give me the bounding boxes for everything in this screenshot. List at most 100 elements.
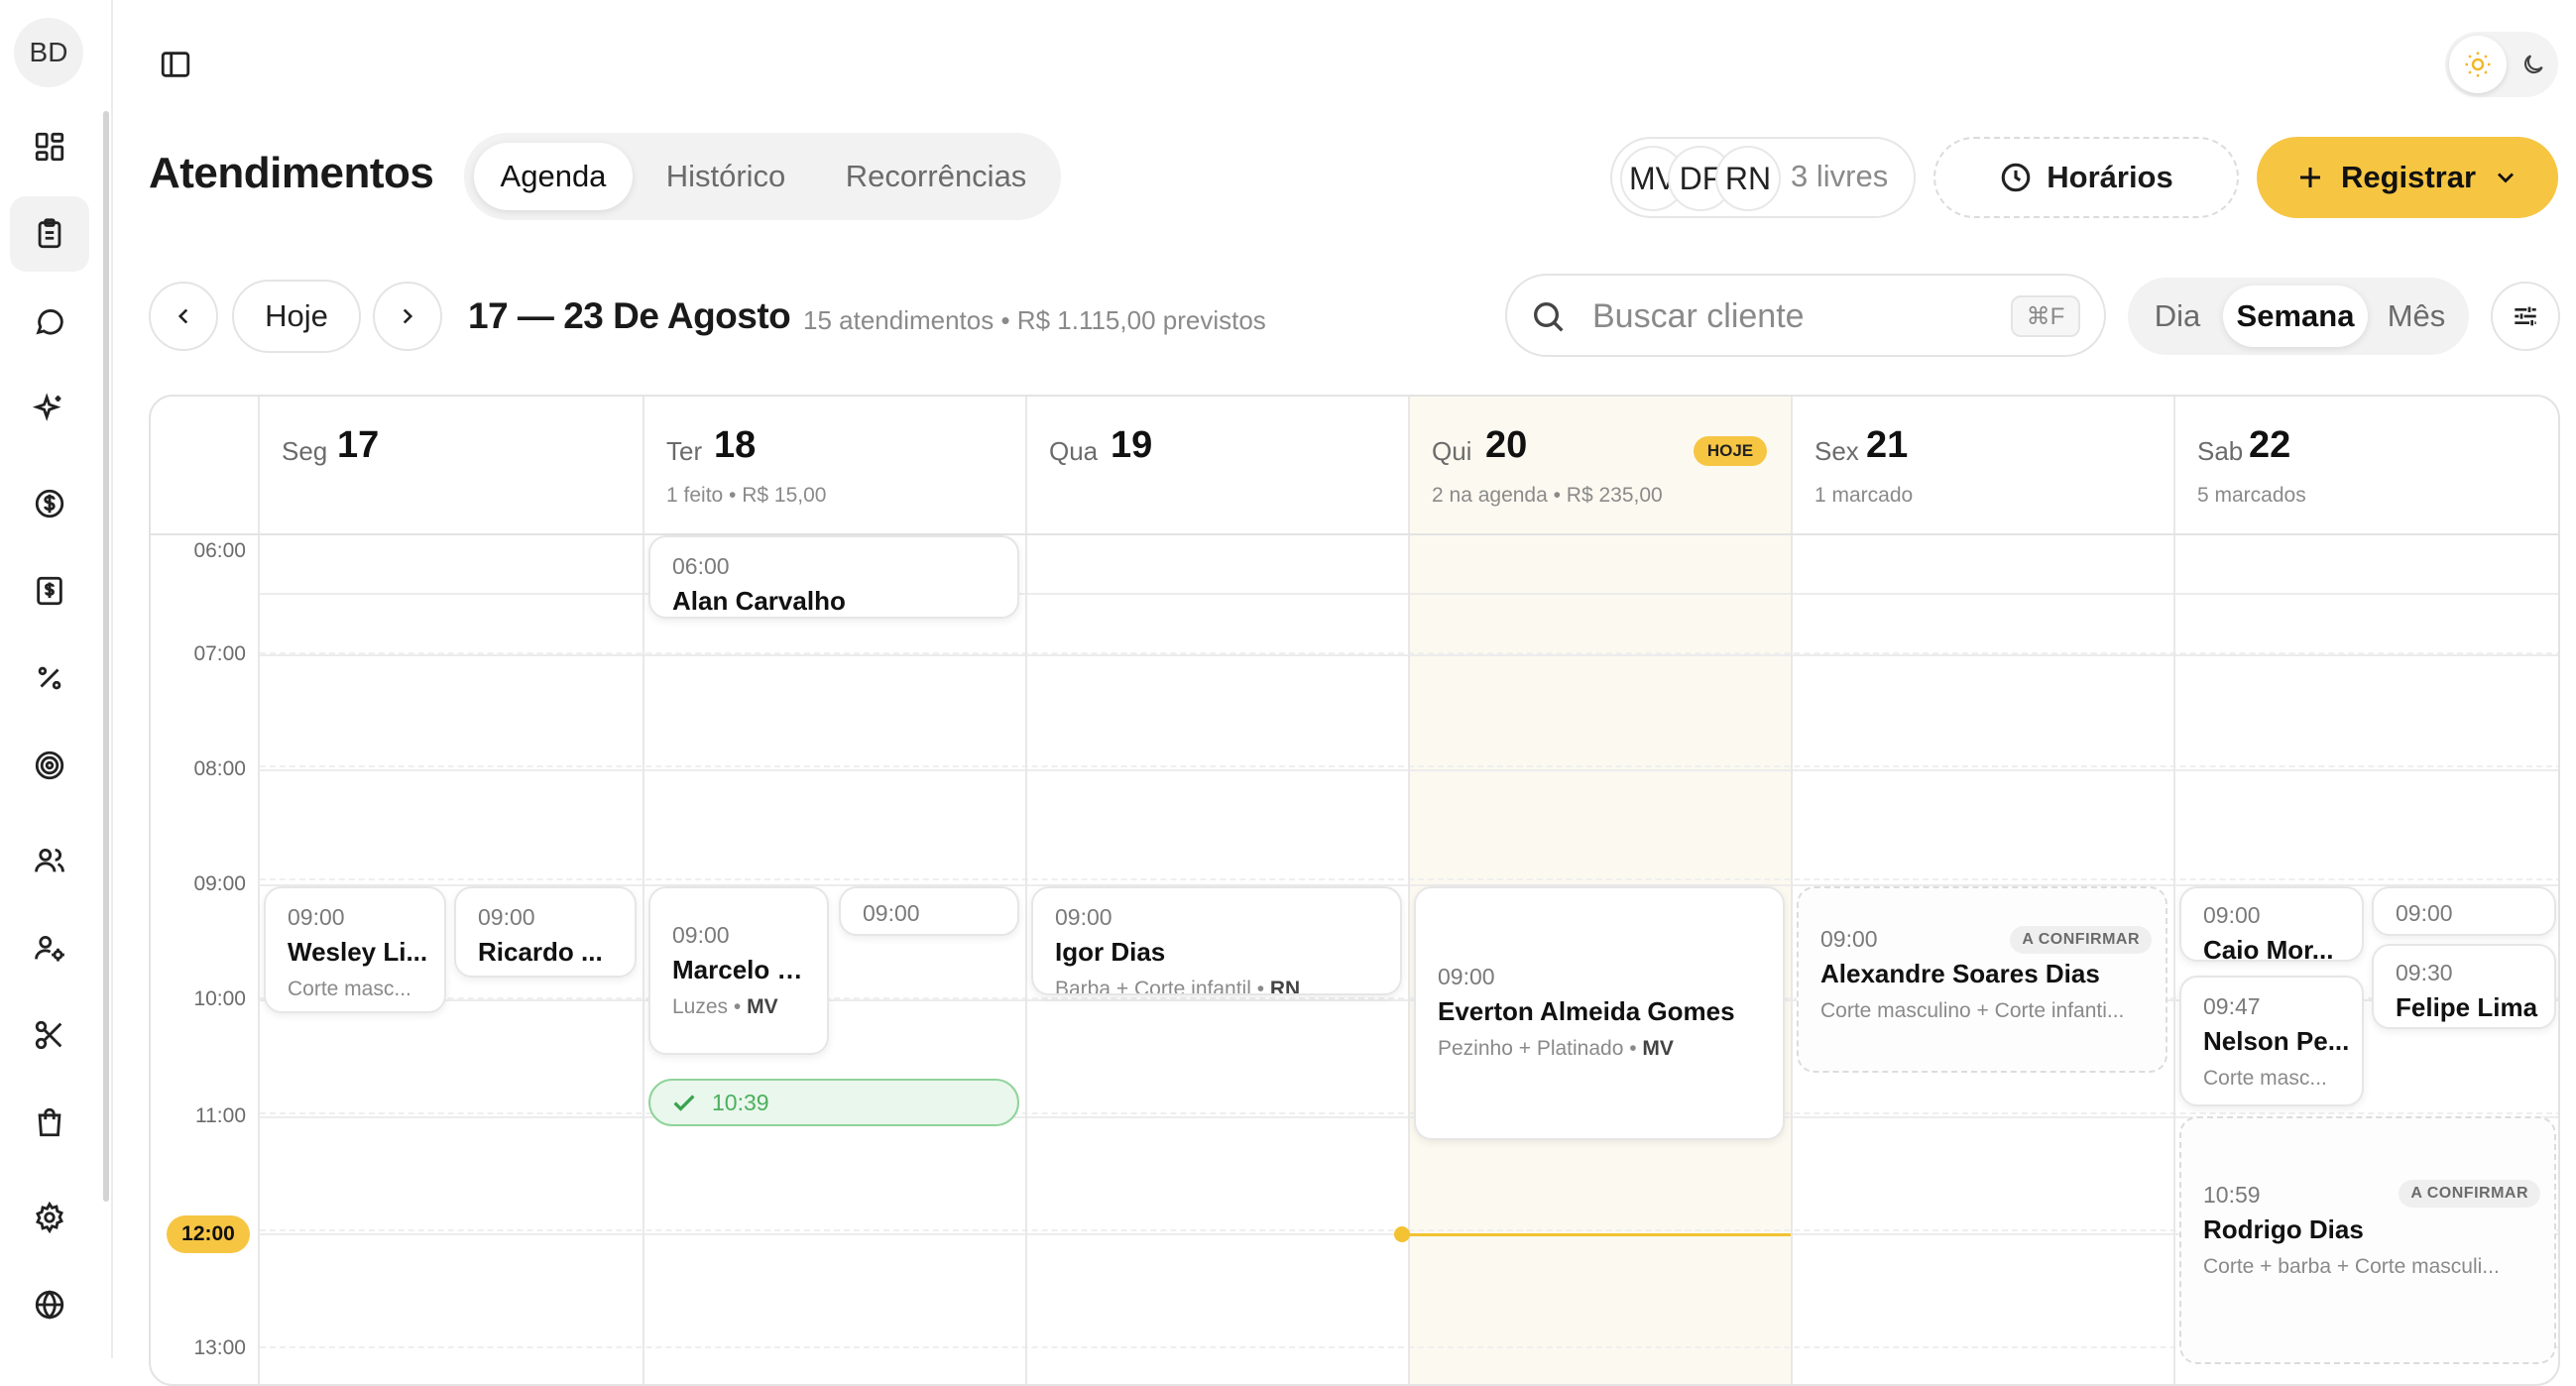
view-week[interactable]: Semana <box>2223 286 2368 347</box>
appointment-card[interactable]: 09:00 Wesley Li... Corte masc... <box>264 886 446 1013</box>
sidebar-item-dashboard[interactable] <box>10 109 89 184</box>
theme-toggle[interactable] <box>2445 32 2558 97</box>
appointment-time: 09:00 <box>1055 904 1112 930</box>
registrar-label: Registrar <box>2340 160 2477 194</box>
day-number: 17 <box>337 424 380 466</box>
sliders-icon <box>2510 300 2541 332</box>
completed-appointment[interactable]: 10:39 <box>648 1079 1019 1126</box>
status-badge: A CONFIRMAR <box>2399 1180 2540 1208</box>
dashboard-icon <box>33 130 66 164</box>
day-header-qua[interactable]: Qua 19 <box>1027 397 1408 533</box>
appointment-card[interactable]: 09:00 Caio Mor... <box>2179 886 2364 962</box>
sidebar-item-products[interactable] <box>10 1085 89 1160</box>
sidebar-item-finance[interactable] <box>10 466 89 541</box>
service-name: Pezinho + Platinado <box>1438 1037 1624 1060</box>
staff-free-count: 3 livres <box>1791 159 1889 193</box>
column-divider <box>1791 397 1793 1384</box>
sidebar-item-ai[interactable] <box>10 371 89 446</box>
appointment-card[interactable]: 06:00 Alan Carvalho <box>648 535 1019 619</box>
appointment-client: Wesley Li... <box>288 937 428 967</box>
sidebar-item-agenda[interactable] <box>10 196 89 272</box>
sidebar-item-settings[interactable] <box>10 1180 89 1255</box>
moon-icon <box>2520 52 2546 77</box>
appointment-client: Rodrigo Dias <box>2203 1214 2364 1244</box>
shopping-bag-icon <box>33 1105 66 1139</box>
current-time-pill: 12:00 <box>167 1215 250 1253</box>
search-input[interactable] <box>1592 293 1989 339</box>
today-badge: HOJE <box>1694 436 1767 466</box>
dark-mode-button[interactable] <box>2515 46 2552 83</box>
avatar[interactable]: BD <box>14 18 83 87</box>
day-header-ter[interactable]: Ter 18 1 feito • R$ 15,00 <box>644 397 1025 533</box>
appointment-time: 10:39 <box>712 1089 769 1115</box>
sidebar-item-website[interactable] <box>10 1267 89 1342</box>
user-settings-icon <box>33 931 66 965</box>
view-switcher: Dia Semana Mês <box>2128 278 2469 355</box>
time-label: 07:00 <box>193 642 246 665</box>
appointment-card[interactable]: 09:00 Marcelo S... Luzes • MV <box>648 886 829 1055</box>
registrar-button[interactable]: Registrar <box>2257 137 2558 218</box>
tab-agenda[interactable]: Agenda <box>474 143 633 210</box>
half-hour-line <box>260 878 2558 880</box>
appointment-card[interactable]: 09:30 Felipe Lima <box>2372 944 2556 1029</box>
staff-code: MV <box>747 995 778 1018</box>
day-header-sex[interactable]: Sex 21 1 marcado <box>1793 397 2173 533</box>
light-mode-button[interactable] <box>2449 36 2507 93</box>
sidebar-item-services[interactable] <box>10 997 89 1073</box>
appointment-client: Marcelo S... <box>672 955 816 984</box>
chevron-down-icon <box>2492 164 2519 191</box>
appointment-card[interactable]: 09:00 <box>839 886 1019 936</box>
appointment-service: Corte masculino + Corte infanti... <box>1820 999 2125 1022</box>
appointment-client: Nelson Pe... <box>2203 1026 2350 1056</box>
day-name: Sex <box>1815 436 1859 466</box>
tab-recorrencias[interactable]: Recorrências <box>819 143 1053 210</box>
appointment-card-pending[interactable]: A CONFIRMAR 10:59 Rodrigo Dias Corte + b… <box>2179 1116 2556 1364</box>
avatar-initials: BD <box>29 37 68 67</box>
sidebar-item-team[interactable] <box>10 910 89 985</box>
dollar-circle-icon <box>33 487 66 520</box>
day-header-seg[interactable]: Seg 17 <box>260 397 643 533</box>
view-month[interactable]: Mês <box>2372 286 2461 347</box>
horarios-button[interactable]: Horários <box>1933 137 2239 218</box>
sidebar-scrollbar[interactable] <box>103 111 109 1202</box>
day-header-sab[interactable]: Sab 22 5 marcados <box>2175 397 2558 533</box>
appointment-time: 09:00 <box>478 904 535 930</box>
sidebar-item-chat[interactable] <box>10 284 89 359</box>
sidebar-item-goals[interactable] <box>10 728 89 803</box>
appointment-card[interactable]: 09:00 Everton Almeida Gomes Pezinho + Pl… <box>1414 886 1785 1140</box>
appointment-time: 09:00 <box>863 900 920 926</box>
percent-icon <box>33 661 66 695</box>
filters-button[interactable] <box>2491 282 2560 351</box>
time-label: 10:00 <box>193 987 246 1010</box>
check-icon <box>670 1089 698 1116</box>
sidebar-toggle-button[interactable] <box>157 46 194 83</box>
day-name: Qua <box>1049 436 1099 466</box>
sidebar-item-invoices[interactable] <box>10 553 89 629</box>
time-label: 09:00 <box>193 872 246 895</box>
staff-avatar-rn[interactable]: RN <box>1715 146 1781 211</box>
search-icon <box>1529 297 1569 337</box>
section-tabs: Agenda Histórico Recorrências <box>464 133 1061 220</box>
prev-week-button[interactable] <box>149 282 218 351</box>
appointment-client: Igor Dias <box>1055 937 1166 967</box>
sidebar-item-clients[interactable] <box>10 823 89 898</box>
search-box[interactable]: ⌘F <box>1505 274 2106 357</box>
tab-historico[interactable]: Histórico <box>639 143 813 210</box>
hour-line <box>260 654 2558 656</box>
next-week-button[interactable] <box>373 282 442 351</box>
day-summary: 1 feito • R$ 15,00 <box>666 484 827 507</box>
appointment-card[interactable]: 09:00 Ricardo ... <box>454 886 637 978</box>
appointment-time: 09:30 <box>2396 960 2453 985</box>
staff-code: RN <box>1269 978 1301 995</box>
view-day[interactable]: Dia <box>2136 286 2219 347</box>
appointment-service: Corte masc... <box>2203 1067 2327 1090</box>
staff-availability[interactable]: MV DF RN 3 livres <box>1610 137 1916 218</box>
service-name: Barba + Corte infantil <box>1055 978 1251 995</box>
column-divider <box>1025 397 1027 1384</box>
appointment-card-pending[interactable]: A CONFIRMAR 09:00 Alexandre Soares Dias … <box>1797 886 2167 1073</box>
today-button[interactable]: Hoje <box>232 280 361 353</box>
appointment-card[interactable]: 09:47 Nelson Pe... Corte masc... <box>2179 976 2364 1106</box>
appointment-card[interactable]: 09:00 Igor Dias Barba + Corte infantil •… <box>1031 886 1402 995</box>
appointment-card[interactable]: 09:00 <box>2372 886 2556 936</box>
sidebar-item-discounts[interactable] <box>10 640 89 716</box>
